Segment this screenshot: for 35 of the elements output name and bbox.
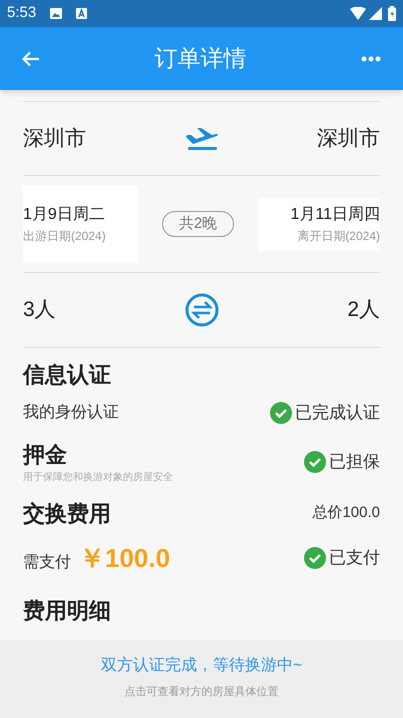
end-date-label: 离开日期(2024) — [297, 228, 380, 245]
payment-status: 已支付 — [329, 547, 380, 570]
section-title: 押金 — [23, 440, 68, 468]
total-price: 总价100.0 — [312, 503, 380, 524]
page-title: 订单详情 — [154, 44, 246, 74]
end-date: 1月11日周四 — [290, 205, 380, 225]
back-icon[interactable] — [22, 50, 40, 66]
section-title: 交换费用 — [23, 500, 111, 528]
guest-count: 3人 — [23, 297, 56, 324]
text-notification-icon — [76, 8, 88, 19]
payment-amount: ￥100.0 — [79, 542, 170, 574]
status-message: 双方认证完成，等待换游中~ — [100, 656, 302, 676]
footer-panel[interactable]: 双方认证完成，等待换游中~ 点击可查看对方的房屋具体位置 — [0, 640, 403, 718]
deposit-note: 用于保障您和换游对象的房屋安全 — [23, 470, 173, 484]
guest-count: 2人 — [347, 297, 380, 324]
signal-icon — [369, 7, 382, 20]
image-notification-icon — [50, 8, 62, 19]
destination-city: 深圳市 — [317, 126, 380, 152]
verification-label: 我的身份认证 — [23, 402, 119, 423]
status-time: 5:53 — [7, 3, 36, 24]
nights-badge: 共2晚 — [162, 211, 234, 237]
battery-icon — [388, 6, 396, 21]
departure-city: 深圳市 — [23, 126, 86, 152]
start-date: 1月9日周二 — [23, 205, 106, 225]
swap-icon[interactable] — [184, 293, 218, 327]
wifi-icon — [350, 7, 366, 20]
airplane-icon — [184, 126, 218, 150]
section-title: 费用明细 — [23, 596, 112, 624]
section-title: 信息认证 — [23, 361, 112, 389]
deposit-status: 已担保 — [329, 451, 380, 474]
payment-label: 需支付 — [23, 552, 71, 572]
location-hint: 点击可查看对方的房屋具体位置 — [124, 684, 278, 700]
start-date-label: 出游日期(2024) — [23, 228, 107, 245]
more-icon[interactable] — [361, 56, 381, 62]
verification-status: 已完成认证 — [295, 402, 380, 424]
